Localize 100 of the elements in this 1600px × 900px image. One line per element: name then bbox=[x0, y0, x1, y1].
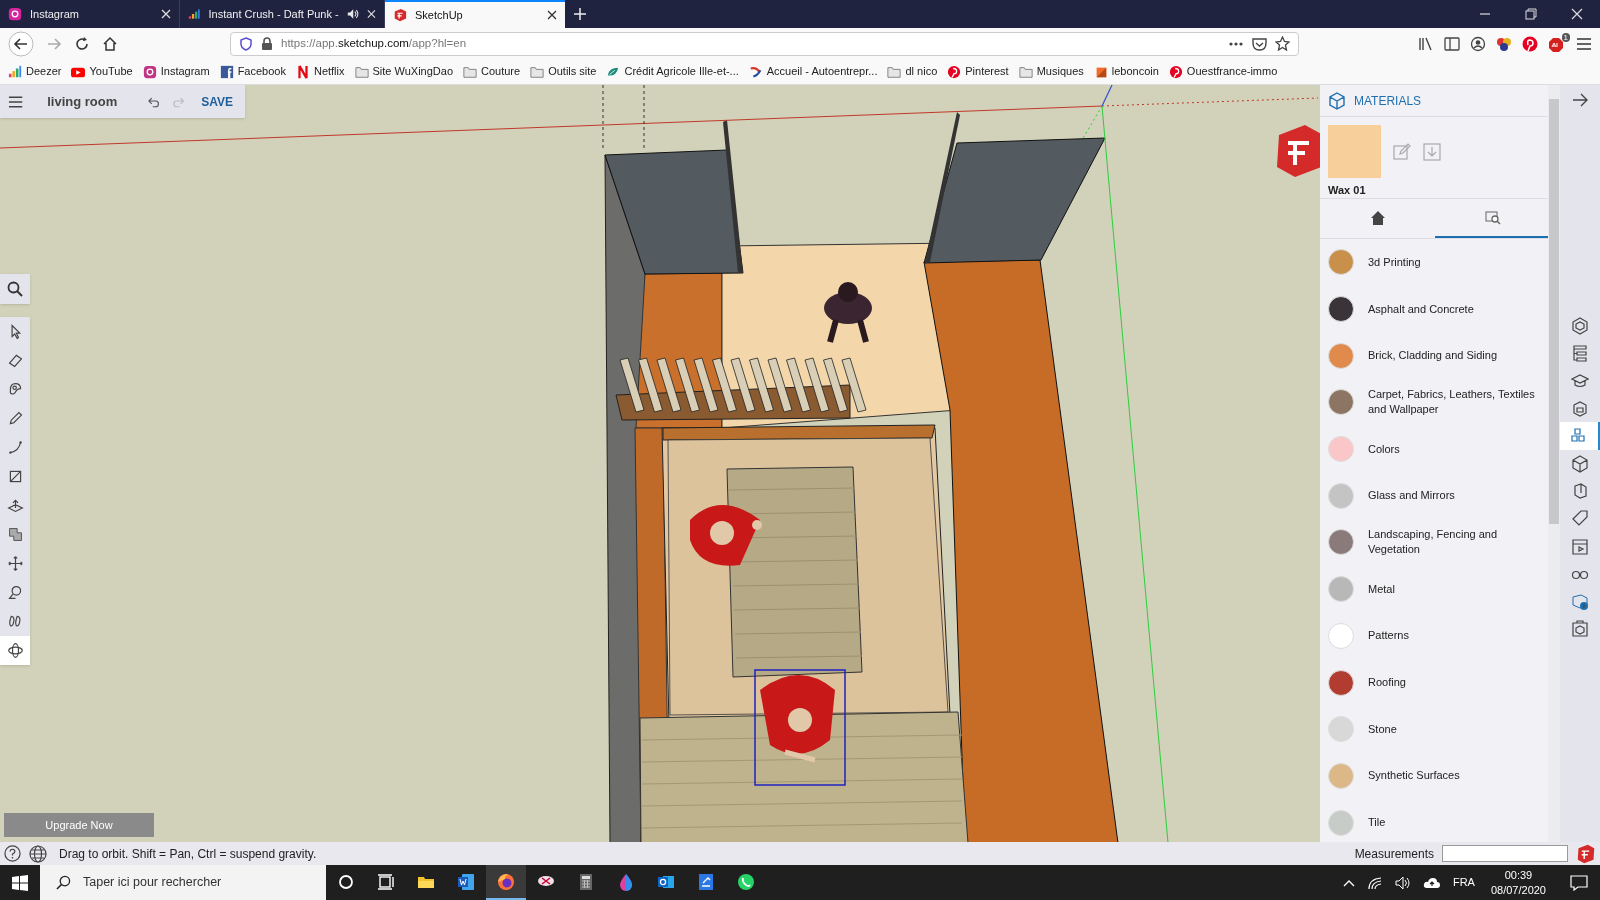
balls-icon[interactable] bbox=[1496, 35, 1512, 52]
browse-icon bbox=[1484, 209, 1501, 226]
bookmark[interactable]: Couture bbox=[463, 63, 521, 80]
category-item[interactable]: Carpet, Fabrics, Leathers, Textiles and Wallpaper bbox=[1320, 379, 1548, 426]
status-text: Drag to orbit. Shift = Pan, Ctrl = suspend gravity. bbox=[59, 845, 317, 863]
category-label: Patterns bbox=[1368, 628, 1409, 644]
category-item[interactable]: Stone bbox=[1320, 705, 1548, 753]
category-label: Synthetic Surfaces bbox=[1368, 768, 1460, 784]
category-item[interactable]: Landscaping, Fencing and Vegetation bbox=[1320, 519, 1548, 566]
windows-icon[interactable] bbox=[12, 874, 28, 891]
pocket-icon[interactable] bbox=[1252, 36, 1267, 51]
bookmark[interactable]: Musiques bbox=[1018, 63, 1084, 80]
home-icon[interactable] bbox=[102, 35, 118, 52]
help-icon[interactable] bbox=[4, 845, 21, 862]
bookmark[interactable]: Facebook bbox=[219, 63, 286, 80]
bookmark[interactable]: Accueil - Autoentrepr... bbox=[748, 63, 878, 80]
chevron-up-icon[interactable] bbox=[1342, 878, 1355, 887]
bookmark[interactable]: Pinterest bbox=[947, 63, 1009, 80]
network-icon[interactable] bbox=[1366, 875, 1383, 890]
search-placeholder: Taper ici pour rechercher bbox=[83, 874, 222, 892]
speaker-icon[interactable] bbox=[346, 8, 360, 20]
category-label: Landscaping, Fencing and Vegetation bbox=[1368, 527, 1499, 558]
more-icon[interactable] bbox=[1228, 40, 1244, 47]
category-item[interactable]: Brick, Cladding and Siding bbox=[1320, 332, 1548, 380]
category-item[interactable]: Synthetic Surfaces bbox=[1320, 752, 1548, 800]
account-icon[interactable] bbox=[1470, 35, 1486, 52]
category-label: 3d Printing bbox=[1368, 254, 1421, 270]
material-swatch bbox=[1328, 125, 1381, 178]
folder-icon bbox=[887, 64, 902, 79]
lock-icon bbox=[261, 36, 273, 51]
taskbar-search-field[interactable]: Taper ici pour rechercher bbox=[40, 865, 326, 900]
category-item[interactable]: Metal bbox=[1320, 565, 1548, 613]
bookmark[interactable]: Ouestfrance-immo bbox=[1168, 63, 1278, 80]
clock-date[interactable]: 08/07/2020 bbox=[1490, 882, 1546, 898]
stop-sign-icon[interactable] bbox=[1548, 36, 1564, 53]
measurements-field[interactable] bbox=[1442, 845, 1568, 862]
category-label: Colors bbox=[1368, 441, 1400, 457]
bookmark[interactable]: YouTube bbox=[71, 63, 133, 80]
folder-icon bbox=[1018, 64, 1033, 79]
address-bar[interactable]: https://app.sketchup.com/app?hl=en bbox=[230, 31, 1299, 56]
bars-icon bbox=[188, 7, 201, 21]
speaker-icon[interactable] bbox=[1394, 875, 1411, 890]
bookmark[interactable]: Netflix bbox=[295, 63, 345, 80]
material-name: Wax 01 bbox=[1328, 183, 1367, 198]
export-icon bbox=[1571, 620, 1589, 639]
document-icon bbox=[456, 871, 476, 892]
bookmark[interactable]: Instagram bbox=[142, 63, 210, 80]
cloud-icon[interactable] bbox=[1422, 876, 1441, 889]
sidebar-icon[interactable] bbox=[1444, 36, 1460, 51]
shield-icon[interactable] bbox=[239, 36, 253, 51]
clock-time[interactable]: 00:39 bbox=[1504, 867, 1533, 883]
browser-tab[interactable]: SketchUp bbox=[385, 0, 565, 28]
category-item[interactable]: Glass and Mirrors bbox=[1320, 472, 1548, 520]
camera-icon bbox=[8, 7, 22, 21]
category-item[interactable]: 3d Printing bbox=[1320, 239, 1548, 286]
model-title[interactable]: living room bbox=[47, 91, 135, 112]
search-icon bbox=[56, 875, 71, 890]
bookmark[interactable]: Crédit Agricole Ille-et-... bbox=[606, 63, 739, 80]
notification-icon[interactable] bbox=[1570, 874, 1588, 891]
scrollbar[interactable] bbox=[1548, 85, 1560, 842]
collapse-arrow-icon[interactable] bbox=[1572, 93, 1588, 107]
bookmark[interactable]: dl nico bbox=[887, 63, 938, 80]
close-icon[interactable] bbox=[547, 10, 557, 20]
extension-badge: 1 bbox=[1561, 32, 1570, 42]
back-icon[interactable] bbox=[8, 30, 34, 57]
globe-icon[interactable] bbox=[29, 844, 47, 863]
pin-icon bbox=[947, 64, 962, 79]
cube-icon bbox=[1571, 316, 1589, 335]
restore-icon[interactable] bbox=[1524, 7, 1538, 21]
search-icon[interactable] bbox=[7, 281, 23, 297]
panel-button[interactable] bbox=[1560, 422, 1600, 450]
save-button[interactable]: SAVE bbox=[197, 92, 237, 111]
menu-icon[interactable] bbox=[1576, 36, 1592, 51]
logo-icon bbox=[393, 8, 407, 22]
category-item[interactable]: Patterns bbox=[1320, 612, 1548, 660]
chat-bubble-icon bbox=[736, 871, 756, 892]
bookmark[interactable]: Site WuXingDao bbox=[354, 63, 453, 80]
clapperboard-icon bbox=[1571, 537, 1589, 556]
bookmark[interactable]: leboncoin bbox=[1093, 63, 1159, 80]
category-item[interactable]: Colors bbox=[1320, 425, 1548, 473]
category-label: Asphalt and Concrete bbox=[1368, 301, 1474, 317]
category-item[interactable]: Asphalt and Concrete bbox=[1320, 285, 1548, 333]
library-icon[interactable] bbox=[1418, 36, 1434, 51]
task-view-icon bbox=[376, 871, 396, 892]
menu-icon[interactable] bbox=[8, 95, 24, 108]
tool-button[interactable] bbox=[0, 636, 30, 665]
new-tab-icon[interactable] bbox=[573, 7, 587, 21]
reload-icon[interactable] bbox=[74, 35, 90, 52]
category-label: Brick, Cladding and Siding bbox=[1368, 348, 1498, 364]
bookmark[interactable]: Deezer bbox=[8, 63, 62, 80]
language-indicator[interactable]: FRA bbox=[1452, 874, 1475, 891]
category-item[interactable]: Roofing bbox=[1320, 659, 1548, 706]
star-icon[interactable] bbox=[1275, 36, 1290, 51]
home-icon bbox=[1369, 209, 1386, 226]
tape-measure-icon bbox=[6, 584, 24, 601]
pin-icon[interactable] bbox=[1522, 35, 1538, 52]
undo-icon[interactable] bbox=[146, 95, 160, 108]
category-item[interactable]: Tile bbox=[1320, 799, 1548, 846]
bookmark[interactable]: Outils site bbox=[530, 63, 597, 80]
offset-icon bbox=[6, 526, 24, 543]
